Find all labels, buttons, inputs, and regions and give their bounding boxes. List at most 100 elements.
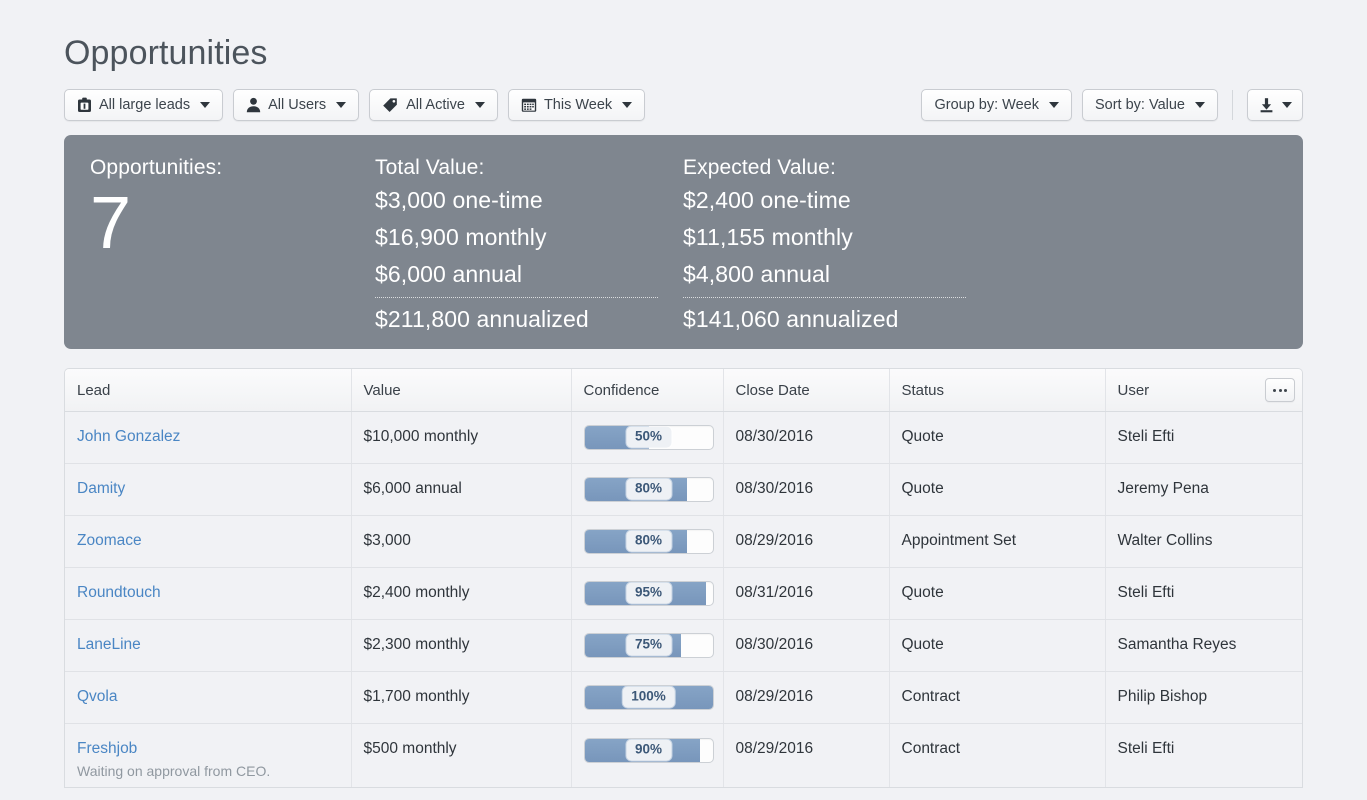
cell-close-date: 08/29/2016: [723, 723, 889, 788]
ellipsis-icon[interactable]: [1265, 378, 1295, 402]
toolbar-divider: [1232, 90, 1233, 120]
table-row[interactable]: Freshjob Waiting on approval from CEO.$50…: [65, 723, 1303, 788]
cell-status: Quote: [889, 411, 1105, 463]
table-row[interactable]: LaneLine$2,300 monthly 75% 08/30/2016Quote…: [65, 619, 1303, 671]
confidence-value: 95%: [626, 583, 671, 604]
summary-expected-divider: [683, 297, 966, 298]
cell-confidence: 75%: [571, 619, 723, 671]
filter-users-button[interactable]: All Users: [233, 89, 359, 121]
filter-status-button[interactable]: All Active: [369, 89, 498, 121]
clipboard-icon: [77, 97, 92, 113]
cell-user: Philip Bishop: [1105, 671, 1303, 723]
sort-by-button[interactable]: Sort by: Value: [1082, 89, 1218, 121]
cell-confidence: 95%: [571, 567, 723, 619]
table-row[interactable]: Zoomace$3,000 80% 08/29/2016Appointment Se…: [65, 515, 1303, 567]
cell-value: $10,000 monthly: [351, 411, 571, 463]
summary-count-label: Opportunities:: [90, 155, 375, 181]
column-header-status[interactable]: Status: [889, 369, 1105, 411]
cell-close-date: 08/31/2016: [723, 567, 889, 619]
lead-link[interactable]: Qvola: [77, 688, 351, 706]
sort-by-label: Sort by: Value: [1095, 98, 1185, 113]
column-header-lead[interactable]: Lead: [65, 369, 351, 411]
cell-value: $3,000: [351, 515, 571, 567]
summary-total-line: $3,000 one-time: [375, 182, 683, 219]
column-header-user-label: User: [1118, 382, 1150, 399]
confidence-bar[interactable]: 80%: [584, 529, 714, 554]
chevron-down-icon: [200, 102, 210, 108]
summary-total-label: Total Value:: [375, 155, 683, 181]
filter-date-button[interactable]: This Week: [508, 89, 645, 121]
lead-link[interactable]: John Gonzalez: [77, 428, 351, 446]
cell-close-date: 08/30/2016: [723, 619, 889, 671]
table-body: John Gonzalez$10,000 monthly 50% 08/30/201…: [65, 411, 1303, 788]
confidence-bar[interactable]: 80%: [584, 477, 714, 502]
opportunities-table: Lead Value Confidence Close Date Status …: [64, 368, 1303, 788]
table-row[interactable]: Qvola$1,700 monthly100%08/29/2016Contrac…: [65, 671, 1303, 723]
cell-lead: Zoomace: [65, 515, 351, 567]
table-row[interactable]: John Gonzalez$10,000 monthly50%08/30/201…: [65, 411, 1303, 463]
cell-value: $2,300 monthly: [351, 619, 571, 671]
cell-value: $500 monthly: [351, 723, 571, 788]
lead-link[interactable]: LaneLine: [77, 636, 351, 654]
confidence-value: 50%: [626, 427, 671, 448]
confidence-bar[interactable]: 90%: [584, 738, 714, 763]
cell-close-date: 08/29/2016: [723, 515, 889, 567]
column-header-value[interactable]: Value: [351, 369, 571, 411]
cell-value: $6,000 annual: [351, 463, 571, 515]
cell-user: Steli Efti: [1105, 723, 1303, 788]
chevron-down-icon: [1195, 102, 1205, 108]
confidence-bar[interactable]: 50%: [584, 425, 714, 450]
summary-expected-line: $2,400 one-time: [683, 182, 991, 219]
cell-status: Appointment Set: [889, 515, 1105, 567]
lead-link[interactable]: Zoomace: [77, 532, 351, 550]
cell-confidence: 80%: [571, 463, 723, 515]
cell-user: Samantha Reyes: [1105, 619, 1303, 671]
chevron-down-icon: [475, 102, 485, 108]
filter-leads-button[interactable]: All large leads: [64, 89, 223, 121]
cell-confidence: 100%: [571, 671, 723, 723]
export-button[interactable]: [1247, 89, 1303, 121]
group-by-label: Group by: Week: [934, 98, 1039, 113]
summary-total-line: $6,000 annual: [375, 256, 683, 293]
summary-expected-line: $11,155 monthly: [683, 219, 991, 256]
toolbar: All large leads All Users: [64, 89, 1303, 121]
summary-total-divider: [375, 297, 658, 298]
summary-total-annualized: $211,800 annualized: [375, 301, 683, 338]
confidence-value: 80%: [626, 531, 671, 552]
group-by-button[interactable]: Group by: Week: [921, 89, 1072, 121]
user-icon: [246, 97, 261, 113]
cell-user: Jeremy Pena: [1105, 463, 1303, 515]
cell-status: Quote: [889, 619, 1105, 671]
cell-status: Contract: [889, 671, 1105, 723]
confidence-bar[interactable]: 100%: [584, 685, 714, 710]
column-header-close-date[interactable]: Close Date: [723, 369, 889, 411]
cell-lead: John Gonzalez: [65, 411, 351, 463]
lead-link[interactable]: Roundtouch: [77, 584, 351, 602]
cell-value: $1,700 monthly: [351, 671, 571, 723]
column-header-confidence[interactable]: Confidence: [571, 369, 723, 411]
tag-icon: [382, 97, 399, 113]
confidence-value: 90%: [626, 740, 671, 761]
table-row[interactable]: Damity$6,000 annual80%08/30/2016QuoteJer…: [65, 463, 1303, 515]
table-header-row: Lead Value Confidence Close Date Status …: [65, 369, 1303, 411]
lead-note: Waiting on approval from CEO.: [77, 763, 351, 780]
confidence-bar[interactable]: 75%: [584, 633, 714, 658]
cell-user: Steli Efti: [1105, 567, 1303, 619]
column-header-user[interactable]: User: [1105, 369, 1303, 411]
calendar-icon: [521, 97, 537, 113]
table-row[interactable]: Roundtouch$2,400 monthly95%08/31/2016Quo…: [65, 567, 1303, 619]
summary-total-value: Total Value: $3,000 one-time $16,900 mon…: [375, 155, 683, 349]
lead-link[interactable]: Freshjob: [77, 740, 351, 758]
lead-link[interactable]: Damity: [77, 480, 351, 498]
summary-expected-label: Expected Value:: [683, 155, 991, 181]
confidence-bar[interactable]: 95%: [584, 581, 714, 606]
chevron-down-icon: [622, 102, 632, 108]
summary-panel: Opportunities: 7 Total Value: $3,000 one…: [64, 135, 1303, 349]
confidence-value: 80%: [626, 479, 671, 500]
filter-status-label: All Active: [406, 98, 465, 113]
summary-count-value: 7: [90, 188, 375, 258]
cell-value: $2,400 monthly: [351, 567, 571, 619]
cell-status: Contract: [889, 723, 1105, 788]
opportunities-page: Opportunities All large leads: [0, 0, 1367, 800]
summary-expected-annualized: $141,060 annualized: [683, 301, 991, 338]
